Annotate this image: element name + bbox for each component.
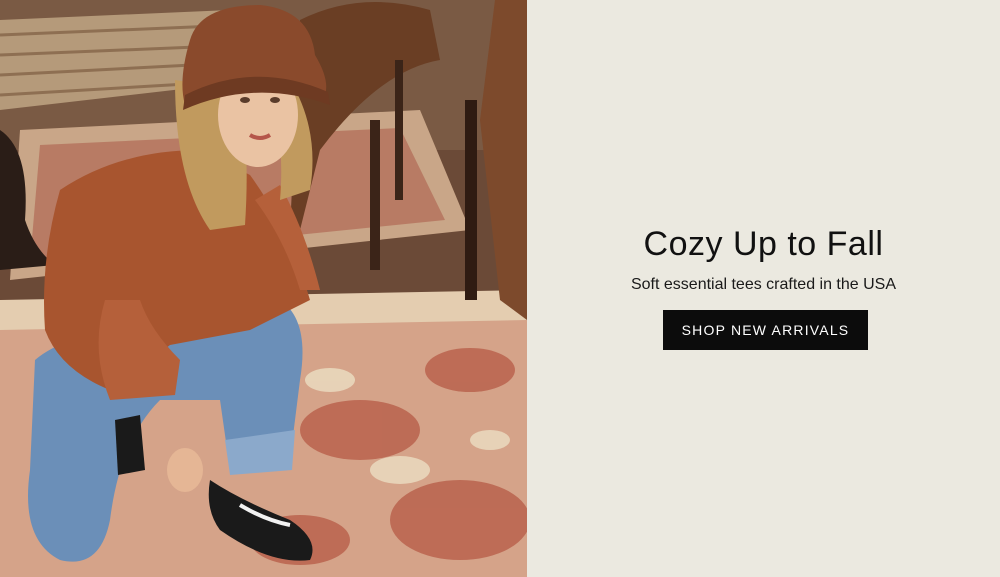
promo-panel: Cozy Up to Fall Soft essential tees craf… (527, 0, 1000, 577)
hero-banner: Cozy Up to Fall Soft essential tees craf… (0, 0, 1000, 577)
hero-photo-illustration (0, 0, 527, 577)
hero-photo[interactable] (0, 0, 527, 577)
shop-new-arrivals-button[interactable]: SHOP NEW ARRIVALS (663, 310, 868, 350)
hero-subheadline: Soft essential tees crafted in the USA (630, 276, 897, 293)
hero-headline: Cozy Up to Fall (643, 225, 884, 263)
